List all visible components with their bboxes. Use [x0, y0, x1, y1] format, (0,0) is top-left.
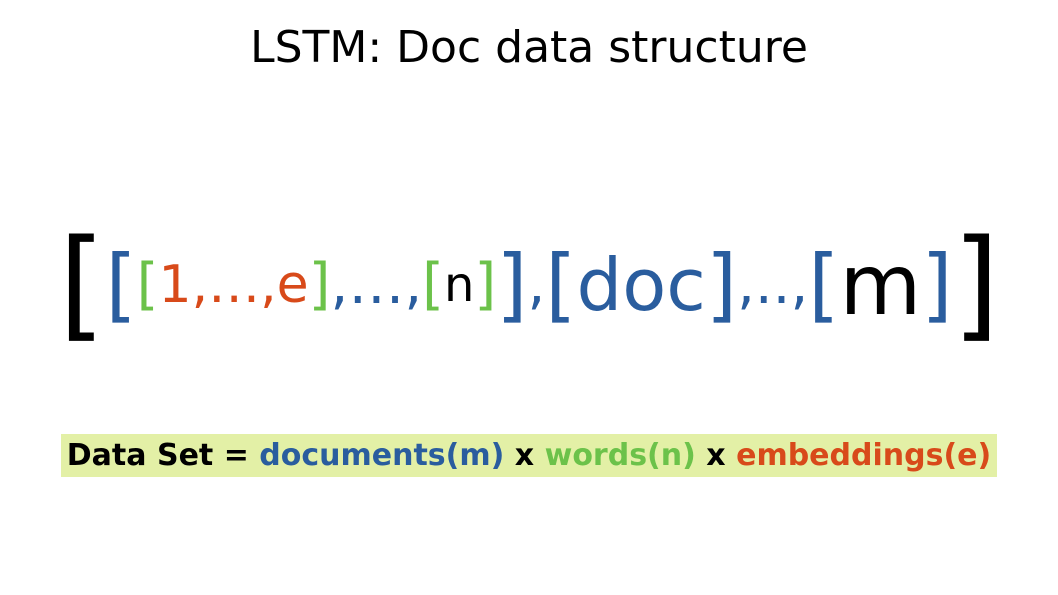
structure-expression: [[[1,…,e],…,[n]],[doc],..,[m]]	[50, 225, 1008, 345]
embedding-range: 1,…,e	[159, 255, 309, 315]
dataset-formula: Data Set = documents(m) x words(n) x emb…	[61, 434, 997, 477]
formula-embeddings: embeddings(e)	[736, 438, 991, 473]
level2-bracket-close-c: ]	[921, 238, 952, 331]
level2-bracket-close-b: ]	[706, 238, 737, 331]
level2-bracket-open-b: [	[545, 238, 576, 331]
formula-times-1: x	[504, 438, 544, 473]
formula-row: Data Set = documents(m) x words(n) x emb…	[0, 434, 1058, 477]
level3b-bracket-close: ]	[474, 252, 496, 317]
level3b-bracket-open: [	[422, 252, 444, 317]
level2-bracket-open-c: [	[808, 238, 839, 331]
level2-bracket-open-a: [	[105, 238, 136, 331]
slide-title: LSTM: Doc data structure	[0, 22, 1058, 73]
level3-bracket-open: [	[137, 252, 159, 317]
docs-m: m	[840, 236, 922, 334]
formula-times-2: x	[696, 438, 736, 473]
formula-lhs: Data Set =	[67, 438, 260, 473]
level2-ellipsis-a: ,…,	[331, 252, 423, 317]
level2-bracket-close-a: ]	[496, 238, 527, 331]
sep-comma-1: ,	[527, 252, 545, 317]
sep-comma-2: ,..,	[737, 252, 808, 317]
words-n: n	[444, 257, 474, 313]
outer-bracket-close: ]	[953, 225, 1000, 345]
doc-text: doc	[577, 243, 706, 327]
level3-bracket-close: ]	[309, 252, 331, 317]
formula-words: words(n)	[545, 438, 696, 473]
formula-documents: documents(m)	[259, 438, 504, 473]
outer-bracket-open: [	[59, 225, 106, 345]
